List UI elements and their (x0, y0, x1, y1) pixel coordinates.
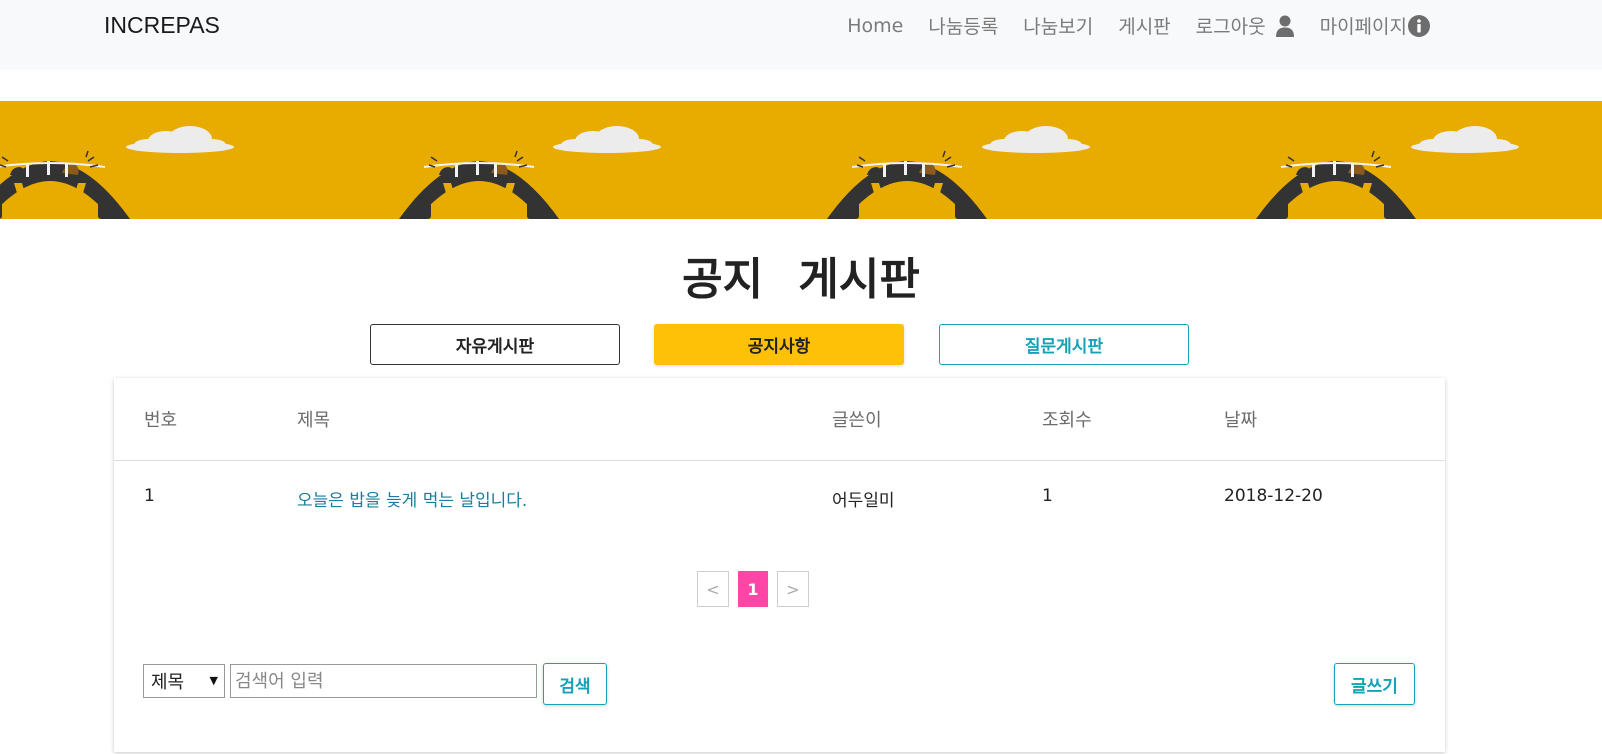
write-button[interactable]: 글쓰기 (1334, 663, 1415, 705)
header-title: 제목 (297, 410, 331, 431)
tab-question-board[interactable]: 질문게시판 (939, 324, 1189, 365)
info-circle-icon (1408, 14, 1430, 37)
board-tabs: 자유게시판 공지사항 질문게시판 (0, 324, 1602, 365)
row-date: 2018-12-20 (1224, 486, 1323, 506)
search-input[interactable] (230, 664, 537, 698)
current-page-button[interactable]: 1 (738, 571, 768, 607)
nav-share-register[interactable]: 나눔등록 (928, 12, 998, 39)
nav-logout[interactable]: 로그아웃 (1196, 12, 1295, 39)
pagination: < 1 > (697, 571, 809, 607)
nav-logout-label: 로그아웃 (1195, 16, 1266, 38)
page-title: 공지 게시판 (682, 254, 920, 305)
nav-share-view[interactable]: 나눔보기 (1023, 12, 1093, 39)
tab-free-board[interactable]: 자유게시판 (370, 324, 620, 365)
row-num: 1 (144, 486, 155, 506)
header-author: 글쓴이 (832, 410, 882, 431)
header-date: 날짜 (1224, 410, 1258, 431)
nav-mypage-label: 마이페이지 (1319, 16, 1407, 38)
nav-menu: Home 나눔등록 나눔보기 게시판 로그아웃 마이페이지 (847, 12, 1430, 39)
search-button[interactable]: 검색 (543, 663, 607, 705)
next-page-button[interactable]: > (777, 571, 809, 607)
banner-illustration (0, 126, 1519, 219)
top-navbar: INCREPAS Home 나눔등록 나눔보기 게시판 로그아웃 마이페이지 (0, 0, 1602, 70)
nav-board[interactable]: 게시판 (1118, 12, 1170, 39)
board-card: 번호 제목 글쓴이 조회수 날짜 1 오늘은 밥을 늦게 먹는 날입니다. 어두… (114, 378, 1445, 752)
row-author: 어두일미 (832, 491, 895, 511)
nav-home[interactable]: Home (847, 15, 903, 37)
nav-mypage[interactable]: 마이페이지 (1320, 12, 1430, 39)
tab-notice[interactable]: 공지사항 (654, 324, 904, 365)
brand-logo[interactable]: INCREPAS (104, 12, 220, 39)
row-views: 1 (1042, 486, 1053, 506)
prev-page-button[interactable]: < (697, 571, 729, 607)
user-icon (1275, 15, 1295, 37)
header-views: 조회수 (1042, 410, 1092, 431)
hero-banner (0, 101, 1602, 219)
header-num: 번호 (144, 410, 178, 431)
search-field-value: 제목 (151, 672, 185, 693)
table-header: 번호 제목 글쓴이 조회수 날짜 (114, 378, 1445, 461)
search-field-select[interactable]: 제목 ▼ (143, 664, 225, 698)
row-title-link[interactable]: 오늘은 밥을 늦게 먹는 날입니다. (297, 486, 527, 511)
chevron-down-icon: ▼ (209, 674, 218, 687)
